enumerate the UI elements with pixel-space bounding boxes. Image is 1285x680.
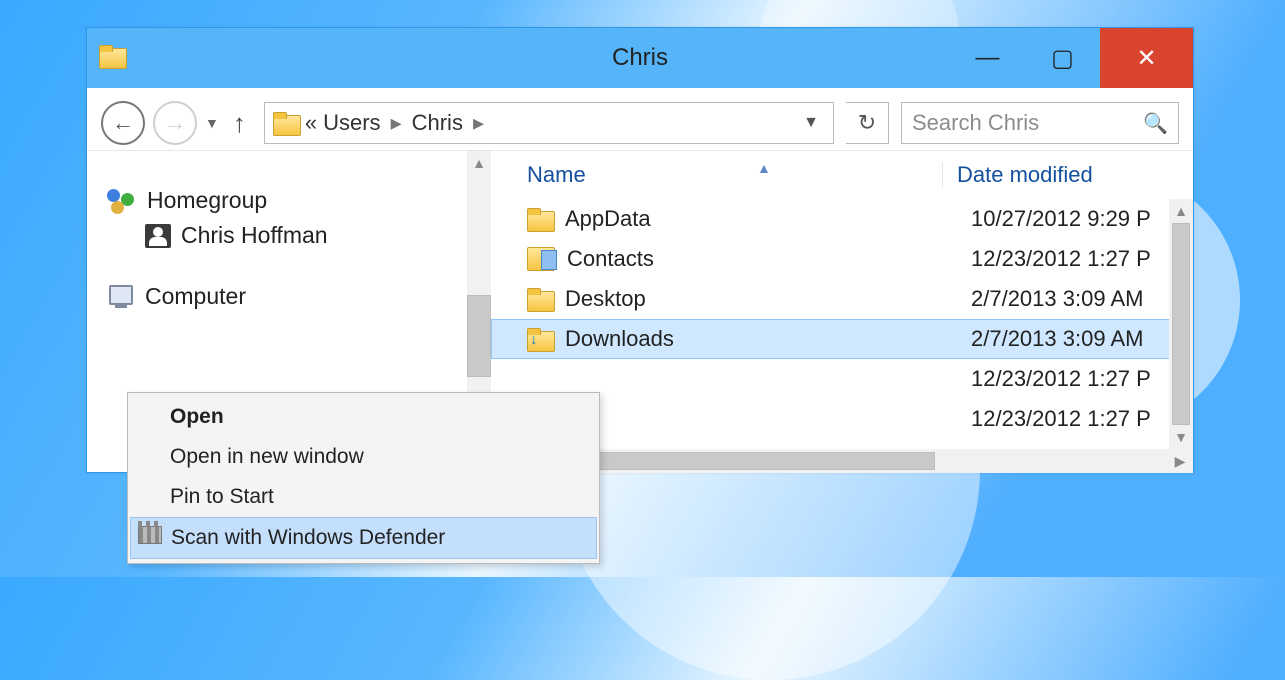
file-date: 12/23/2012 1:27 P [971,406,1193,432]
person-icon [145,224,171,248]
refresh-button[interactable]: ↻ [846,102,889,144]
context-menu[interactable]: Open Open in new window Pin to Start Sca… [127,392,600,564]
titlebar[interactable]: Chris ― ▢ ✕ [87,28,1193,88]
close-button[interactable]: ✕ [1100,28,1193,88]
menu-item-label: Open in new window [170,445,364,469]
back-button[interactable]: ← [101,101,145,145]
column-name-label: Name [527,162,586,187]
window-controls: ― ▢ ✕ [950,28,1193,88]
menu-item-label: Open [170,405,224,429]
sort-indicator-icon: ▲ [757,160,771,176]
menu-scan-defender[interactable]: Scan with Windows Defender [130,517,597,559]
file-date: 2/7/2013 3:09 AM [971,286,1193,312]
address-bar[interactable]: « Users ▸ Chris ▸ ▼ [264,102,834,144]
breadcrumb-separator-icon[interactable]: ▸ [469,110,488,136]
column-name[interactable]: Name ▲ [491,162,942,188]
navigation-row: ← → ▼ ↑ « Users ▸ Chris ▸ ▼ ↻ Search Chr… [87,96,1193,151]
tree-label: Computer [145,283,246,310]
file-row-desktop[interactable]: Desktop 2/7/2013 3:09 AM [491,279,1193,319]
breadcrumb-chris[interactable]: Chris [412,110,463,136]
file-row-contacts[interactable]: Contacts 12/23/2012 1:27 P [491,239,1193,279]
contacts-folder-icon [527,247,555,271]
column-headers[interactable]: Name ▲ Date modified [491,151,1193,199]
window-folder-icon [99,45,125,72]
scroll-thumb[interactable] [1172,223,1190,425]
downloads-folder-icon: ↓ [527,328,553,350]
menu-open[interactable]: Open [130,397,597,437]
menu-open-new-window[interactable]: Open in new window [130,437,597,477]
tree-computer[interactable]: Computer [87,279,491,314]
scroll-thumb[interactable] [467,295,491,377]
file-row-downloads[interactable]: ↓ Downloads 2/7/2013 3:09 AM [491,319,1193,359]
breadcrumb-users[interactable]: Users [323,110,380,136]
menu-item-label: Scan with Windows Defender [171,526,445,550]
search-icon: 🔍 [1143,111,1168,136]
search-placeholder: Search Chris [912,110,1039,136]
scroll-up-icon[interactable]: ▲ [1169,199,1193,223]
breadcrumb-prefix: « [305,110,317,136]
file-name: AppData [565,206,959,232]
folder-icon [527,208,553,230]
search-box[interactable]: Search Chris 🔍 [901,102,1179,144]
column-date[interactable]: Date modified [942,162,1193,188]
breadcrumb-separator-icon[interactable]: ▸ [387,110,406,136]
scroll-right-icon[interactable]: ▶ [1167,453,1193,470]
file-date: 12/23/2012 1:27 P [971,366,1193,392]
scroll-down-icon[interactable]: ▼ [1169,425,1193,449]
tree-user[interactable]: Chris Hoffman [87,218,491,253]
maximize-button[interactable]: ▢ [1025,28,1100,88]
ribbon-area [87,88,1193,96]
scroll-track[interactable] [517,449,1167,473]
history-nav: ← → ▼ ↑ [101,101,252,145]
history-dropdown-icon[interactable]: ▼ [205,115,219,131]
minimize-button[interactable]: ― [950,28,1025,88]
file-date: 10/27/2012 9:29 P [971,206,1193,232]
file-date: 12/23/2012 1:27 P [971,246,1193,272]
homegroup-icon [107,189,137,213]
computer-icon [107,285,135,309]
address-folder-icon [273,112,299,134]
forward-button[interactable]: → [153,101,197,145]
defender-icon [137,526,163,550]
column-date-label: Date modified [957,162,1093,187]
address-dropdown-icon[interactable]: ▼ [803,114,825,132]
menu-pin-to-start[interactable]: Pin to Start [130,477,597,517]
file-date: 2/7/2013 3:09 AM [971,326,1193,352]
tree-label: Chris Hoffman [181,222,328,249]
tree-homegroup[interactable]: Homegroup [87,183,491,218]
file-row-appdata[interactable]: AppData 10/27/2012 9:29 P [491,199,1193,239]
folder-icon [527,288,553,310]
file-name: Desktop [565,286,959,312]
file-name: Contacts [567,246,959,272]
up-button[interactable]: ↑ [227,108,252,139]
tree-label: Homegroup [147,187,267,214]
file-name: Downloads [565,326,959,352]
list-scrollbar[interactable]: ▲ ▼ [1169,199,1193,449]
menu-item-label: Pin to Start [170,485,274,509]
scroll-up-icon[interactable]: ▲ [467,151,491,175]
